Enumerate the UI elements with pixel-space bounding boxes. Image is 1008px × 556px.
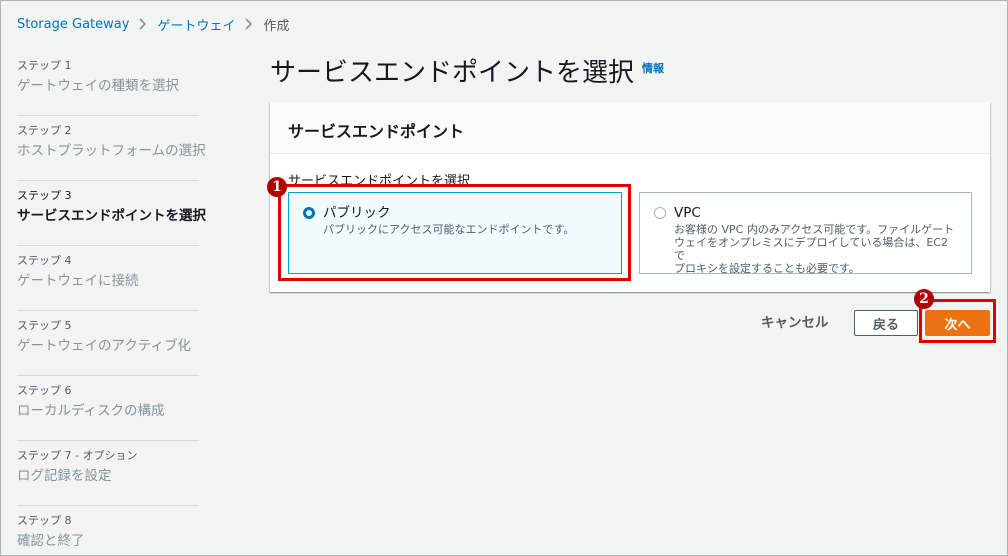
step-title: 確認と終了: [17, 533, 85, 549]
panel-header: サービスエンドポイント: [270, 102, 990, 154]
step-title: ローカルディスクの構成: [17, 403, 165, 419]
step-title: ログ記録を設定: [17, 468, 112, 484]
breadcrumb-storage-gateway[interactable]: Storage Gateway: [17, 17, 129, 32]
step-marker-1: 1: [267, 177, 287, 197]
step-title: ゲートウェイのアクティブ化: [17, 338, 192, 354]
wizard-step-4: ステップ 4 ゲートウェイに接続: [17, 246, 199, 311]
highlight-box-public-option: [278, 184, 631, 281]
step-title: ゲートウェイの種類を選択: [17, 78, 179, 94]
page-title: サービスエンドポイントを選択 情報: [270, 51, 664, 91]
option-name: VPC: [674, 205, 701, 221]
step-number: ステップ 2: [17, 124, 72, 137]
step-number: ステップ 7 - オプション: [17, 449, 138, 462]
wizard-step-8: ステップ 8 確認と終了: [17, 506, 199, 556]
step-title: ゲートウェイに接続: [17, 273, 139, 289]
breadcrumb-current: 作成: [263, 18, 290, 34]
option-description-line: ウェイをオンプレミスにデプロイしている場合は、EC2 で: [674, 236, 948, 262]
page-title-text: サービスエンドポイントを選択: [270, 58, 635, 88]
step-number: ステップ 6: [17, 384, 72, 397]
wizard-step-2: ステップ 2 ホストプラットフォームの選択: [17, 116, 206, 181]
breadcrumb-gateway[interactable]: ゲートウェイ: [157, 15, 235, 34]
cancel-button[interactable]: キャンセル: [753, 310, 837, 336]
endpoint-option-vpc[interactable]: VPC お客様の VPC 内のみアクセス可能です。ファイルゲート ウェイをオンプ…: [639, 192, 972, 275]
chevron-right-icon: [245, 18, 253, 30]
step-number: ステップ 3: [17, 189, 72, 202]
wizard-steps: ステップ 1 ゲートウェイの種類を選択 ステップ 2 ホストプラットフォームの選…: [17, 51, 206, 556]
step-marker-2: 2: [914, 289, 934, 309]
info-link[interactable]: 情報: [642, 51, 664, 87]
option-description: お客様の VPC 内のみアクセス可能です。ファイルゲート ウェイをオンプレミスに…: [674, 223, 957, 275]
step-number: ステップ 4: [17, 254, 72, 267]
option-description-line: プロキシを設定することも必要です。: [674, 262, 860, 275]
back-button[interactable]: 戻る: [854, 310, 918, 336]
step-title: サービスエンドポイントを選択: [17, 208, 206, 224]
step-number: ステップ 8: [17, 514, 72, 527]
radio-unselected-icon[interactable]: [654, 207, 666, 219]
wizard-step-3: ステップ 3 サービスエンドポイントを選択: [17, 181, 206, 246]
wizard-step-7: ステップ 7 - オプション ログ記録を設定: [17, 441, 199, 506]
wizard-step-6: ステップ 6 ローカルディスクの構成: [17, 376, 199, 441]
step-title: ホストプラットフォームの選択: [17, 143, 206, 159]
wizard-step-5: ステップ 5 ゲートウェイのアクティブ化: [17, 311, 199, 376]
step-number: ステップ 1: [17, 59, 72, 72]
option-description-line: お客様の VPC 内のみアクセス可能です。ファイルゲート: [674, 223, 955, 236]
chevron-right-icon: [139, 18, 147, 30]
wizard-step-1: ステップ 1 ゲートウェイの種類を選択: [17, 51, 199, 116]
step-number: ステップ 5: [17, 319, 72, 332]
breadcrumb: Storage Gateway ゲートウェイ 作成: [17, 15, 290, 34]
